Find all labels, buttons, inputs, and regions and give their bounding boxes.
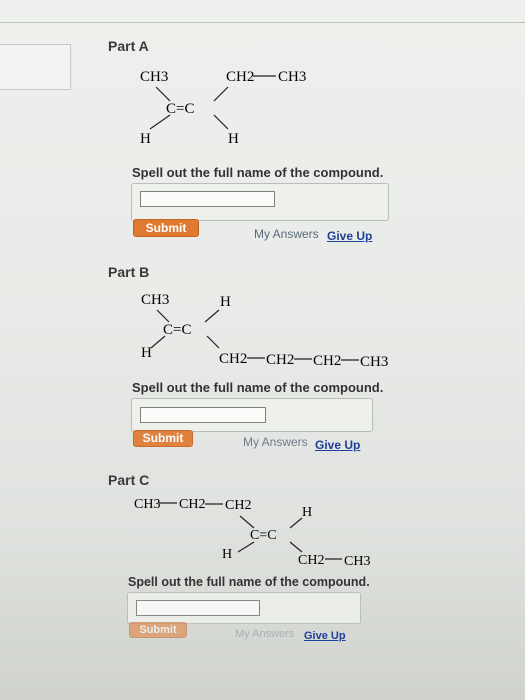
part-a-answer-box bbox=[131, 183, 389, 221]
part-c-double-bond: C=C bbox=[250, 528, 277, 543]
part-b-chain-4: CH3 bbox=[360, 354, 388, 370]
part-a-title: Part A bbox=[108, 38, 149, 54]
part-b-chain-1: CH2 bbox=[219, 351, 247, 367]
part-c-structure: CH3 CH2 CH2 H C=C H CH2 CH3 bbox=[134, 497, 370, 569]
part-b-ch3: CH3 bbox=[141, 292, 169, 308]
top-divider bbox=[0, 22, 525, 23]
part-c-ch2-bottom: CH2 bbox=[298, 553, 324, 568]
part-a-h-right: H bbox=[228, 131, 239, 147]
part-a-prompt: Spell out the full name of the compound. bbox=[132, 165, 384, 180]
part-c-chain-3: CH2 bbox=[225, 498, 251, 513]
part-c-give-up-link[interactable]: Give Up bbox=[304, 630, 346, 642]
part-a-submit-button[interactable]: Submit bbox=[133, 219, 199, 237]
part-a-give-up-link[interactable]: Give Up bbox=[327, 229, 372, 243]
part-c-prompt: Spell out the full name of the compound. bbox=[128, 575, 370, 589]
part-b-submit-button[interactable]: Submit bbox=[133, 430, 193, 447]
part-a-ch3-right: CH3 bbox=[278, 69, 306, 85]
part-b-double-bond: C=C bbox=[163, 322, 191, 338]
part-b-prompt: Spell out the full name of the compound. bbox=[132, 380, 384, 395]
part-a-ch3-left: CH3 bbox=[140, 69, 168, 85]
part-a-double-bond: C=C bbox=[166, 101, 194, 117]
part-b-chain-2: CH2 bbox=[266, 352, 294, 368]
part-c-my-answers-link[interactable]: My Answers bbox=[235, 628, 294, 640]
part-b-h-bottom: H bbox=[141, 345, 152, 361]
part-b-chain-3: CH2 bbox=[313, 353, 341, 369]
part-c-title: Part C bbox=[108, 472, 150, 488]
part-c-submit-button[interactable]: Submit bbox=[129, 622, 187, 638]
part-a-ch2: CH2 bbox=[226, 69, 254, 85]
part-b-give-up-link[interactable]: Give Up bbox=[315, 438, 360, 452]
part-b-title: Part B bbox=[108, 264, 150, 280]
part-a-answer-input[interactable] bbox=[140, 191, 275, 207]
part-c-chain-2: CH2 bbox=[179, 497, 205, 512]
part-c-answer-box bbox=[127, 592, 361, 624]
part-b-my-answers-link[interactable]: My Answers bbox=[243, 435, 308, 449]
part-a-structure: CH3 CH2 CH3 C=C H H bbox=[140, 69, 306, 147]
part-c-chain-1: CH3 bbox=[134, 497, 160, 512]
part-c-ch3-bottom: CH3 bbox=[344, 554, 370, 569]
part-b-answer-box bbox=[131, 398, 373, 432]
page-background: Part A CH3 CH2 CH3 C=C H H Spell out the… bbox=[0, 0, 525, 700]
part-a-h-left: H bbox=[140, 131, 151, 147]
part-c-answer-input[interactable] bbox=[136, 600, 260, 616]
part-b-answer-input[interactable] bbox=[140, 407, 266, 423]
part-b-structure: CH3 H C=C H CH2 CH2 CH2 CH3 bbox=[141, 292, 388, 370]
part-a-my-answers-link[interactable]: My Answers bbox=[254, 227, 319, 241]
part-c-h-bottom: H bbox=[222, 547, 232, 562]
part-c-h-top: H bbox=[302, 505, 312, 520]
part-b-h-top: H bbox=[220, 294, 231, 310]
left-side-panel bbox=[0, 44, 71, 90]
